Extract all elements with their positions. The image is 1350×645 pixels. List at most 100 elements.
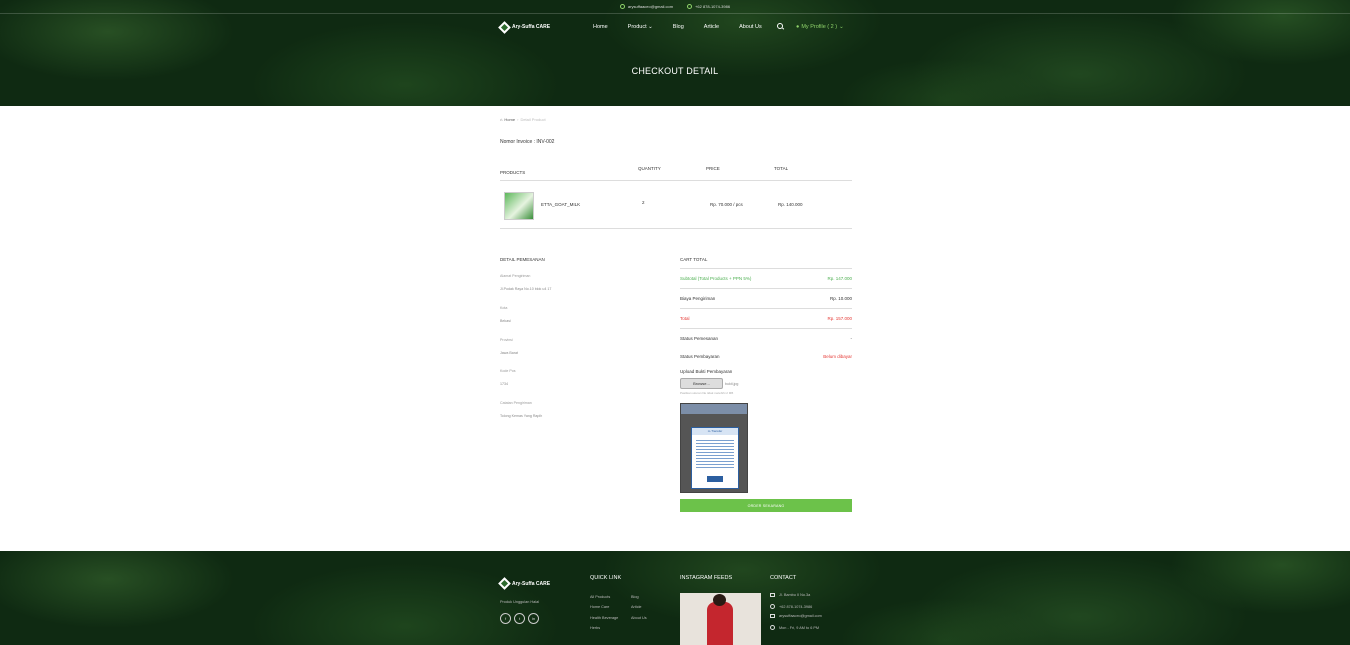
user-icon: ●	[796, 24, 800, 30]
file-input: Browse... bukti.jpg	[680, 378, 852, 389]
breadcrumb-separator: ›	[517, 117, 519, 122]
subtotal-label: Subtotal (Total Products + PPN 5%)	[680, 276, 752, 281]
topbar-phone[interactable]: +62 878-1074-3986	[687, 4, 730, 9]
nav-menu: Home Product ⌄ Blog Article About Us	[593, 24, 782, 30]
col-price: PRICE	[706, 166, 720, 171]
breadcrumb-current: Detail Product	[520, 117, 546, 122]
link-health-beverage[interactable]: Health Beverage	[590, 616, 618, 620]
main-nav: Ary-Suffa CARE Home Product ⌄ Blog Artic…	[498, 20, 852, 34]
twitter-icon[interactable]: t	[514, 613, 525, 624]
address-value: Jl.Podak Raya No.10 blok u4 17	[500, 287, 552, 291]
contact-address: Jl. Bambu II No.3a	[770, 593, 810, 597]
link-blog[interactable]: Blog	[631, 595, 639, 599]
link-home-care[interactable]: Home Care	[590, 605, 609, 609]
logo-icon	[498, 577, 511, 590]
email-icon	[619, 4, 625, 9]
browse-button[interactable]: Browse...	[680, 378, 723, 389]
payment-status-label: Status Pembayaran	[680, 353, 720, 359]
contact-phone[interactable]: +62 878-1074-3986	[770, 604, 812, 609]
postal-value: 1734	[500, 382, 508, 386]
profile-menu[interactable]: ● My Profile ( 2 ) ⌄	[796, 24, 844, 30]
nav-product[interactable]: Product ⌄	[628, 24, 653, 30]
payment-status-value: Belum dibayar	[823, 353, 852, 359]
contact-hours: Mon - Fri, 9 AM to 6 PM	[770, 625, 819, 630]
hero-section: arysuffaaceo@gmail.com +62 878-1074-3986…	[0, 0, 1350, 106]
nav-about[interactable]: About Us	[739, 24, 762, 30]
order-status-row: Status Pemesanan -	[680, 329, 852, 347]
order-status-label: Status Pemesanan	[680, 335, 719, 341]
payment-status-row: Status Pembayaran Belum dibayar	[680, 347, 852, 365]
nav-home[interactable]: Home	[593, 24, 608, 30]
product-price: Rp. 70.000 / pcs	[710, 202, 743, 207]
quick-link-title: QUICK LINK	[590, 575, 622, 581]
address-label: Alamat Pengiriman	[500, 274, 531, 278]
product-total: Rp. 140.000	[778, 202, 803, 207]
note-value: Tolong Kemas Yang Rapih	[500, 414, 543, 418]
footer-tagline: Produk Unggulan Halal	[500, 600, 540, 604]
total-row: Total Rp. 157.000	[680, 309, 852, 329]
facebook-icon[interactable]: f	[500, 613, 511, 624]
upload-hint: Pastikan ukuran file tidak melebihi 2 MB	[680, 391, 734, 395]
table-header: PRODUCTS QUANTITY PRICE TOTAL	[500, 163, 852, 181]
invoice-number: Nomor Invoice : INV-002	[500, 139, 555, 145]
col-products: PRODUCTS	[500, 170, 526, 175]
shipping-value: Rp. 10.000	[829, 296, 852, 301]
linkedin-icon[interactable]: in	[528, 613, 539, 624]
shipping-label: Biaya Pengiriman	[680, 296, 716, 301]
total-value: Rp. 157.000	[827, 316, 852, 321]
chevron-down-icon: ⌄	[839, 24, 844, 30]
chevron-down-icon: ⌄	[648, 24, 653, 30]
breadcrumb-home[interactable]: Home	[504, 117, 515, 122]
social-links: f t in	[500, 613, 550, 624]
nav-article[interactable]: Article	[704, 24, 719, 30]
instagram-feed-image[interactable]	[680, 593, 761, 645]
page-title: CHECKOUT DETAIL	[631, 66, 719, 76]
city-label: Kota	[500, 306, 508, 310]
phone-icon	[770, 604, 775, 609]
subtotal-row: Subtotal (Total Products + PPN 5%) Rp. 1…	[680, 269, 852, 289]
link-article[interactable]: Article	[631, 605, 642, 609]
nav-blog[interactable]: Blog	[673, 24, 684, 30]
preview-dialog: m-Transfer	[691, 427, 739, 489]
preview-lines	[696, 438, 734, 468]
preview-ok	[707, 476, 723, 482]
order-now-button[interactable]: ORDER SEKARANG	[680, 499, 852, 512]
postal-label: Kode Pos	[500, 369, 516, 373]
search-icon[interactable]	[777, 23, 783, 29]
profile-label: My Profile ( 2 )	[801, 24, 838, 30]
email-icon	[770, 614, 775, 618]
link-about-us[interactable]: About Us	[631, 616, 647, 620]
link-all-products[interactable]: All Products	[590, 595, 610, 599]
brand-name: Ary-Suffa CARE	[512, 24, 551, 30]
link-herbs[interactable]: Herbs	[590, 626, 600, 630]
shipping-row: Biaya Pengiriman Rp. 10.000	[680, 289, 852, 309]
footer: Ary-Suffa CARE Produk Unggulan Halal f t…	[0, 551, 1350, 645]
detail-title: DETAIL PEMESANAN	[500, 257, 545, 262]
footer-brand: Ary-Suffa CARE Produk Unggulan Halal f t…	[498, 551, 551, 624]
footer-instagram: INSTAGRAM FEEDS	[680, 551, 732, 581]
clock-icon	[770, 625, 775, 630]
contact-email[interactable]: arysuffaaceo@gmail.com	[770, 614, 822, 618]
product-name: ETTA_GOAT_MILK	[541, 202, 581, 207]
note-label: Catatan Pengiriman	[500, 401, 532, 405]
topbar-email[interactable]: arysuffaaceo@gmail.com	[619, 4, 673, 9]
address-icon	[770, 593, 775, 597]
table-row: ETTA_GOAT_MILK 2 Rp. 70.000 / pcs Rp. 14…	[500, 182, 852, 229]
preview-header	[681, 404, 747, 414]
footer-brand-name: Ary-Suffa CARE	[512, 580, 551, 587]
product-quantity: 2	[642, 200, 645, 205]
topbar: arysuffaaceo@gmail.com +62 878-1074-3986	[0, 0, 1350, 14]
payment-proof-preview: m-Transfer	[680, 403, 748, 493]
phone-icon	[687, 4, 693, 9]
cart-title: CART TOTAL	[680, 257, 852, 269]
home-icon: ⌂	[500, 117, 503, 122]
col-quantity: QUANTITY	[638, 166, 661, 171]
product-image	[504, 192, 534, 220]
breadcrumb: ⌂ Home › Detail Product	[500, 117, 546, 122]
upload-title: Upload Bukti Pembayaran	[680, 369, 733, 374]
footer-logo[interactable]: Ary-Suffa CARE	[498, 577, 551, 590]
instagram-title: INSTAGRAM FEEDS	[680, 575, 733, 581]
brand-logo[interactable]: Ary-Suffa CARE	[498, 20, 551, 34]
footer-quick-links: QUICK LINK All Products Blog Home Care A…	[590, 551, 670, 645]
contact-title: CONTACT	[770, 575, 797, 581]
